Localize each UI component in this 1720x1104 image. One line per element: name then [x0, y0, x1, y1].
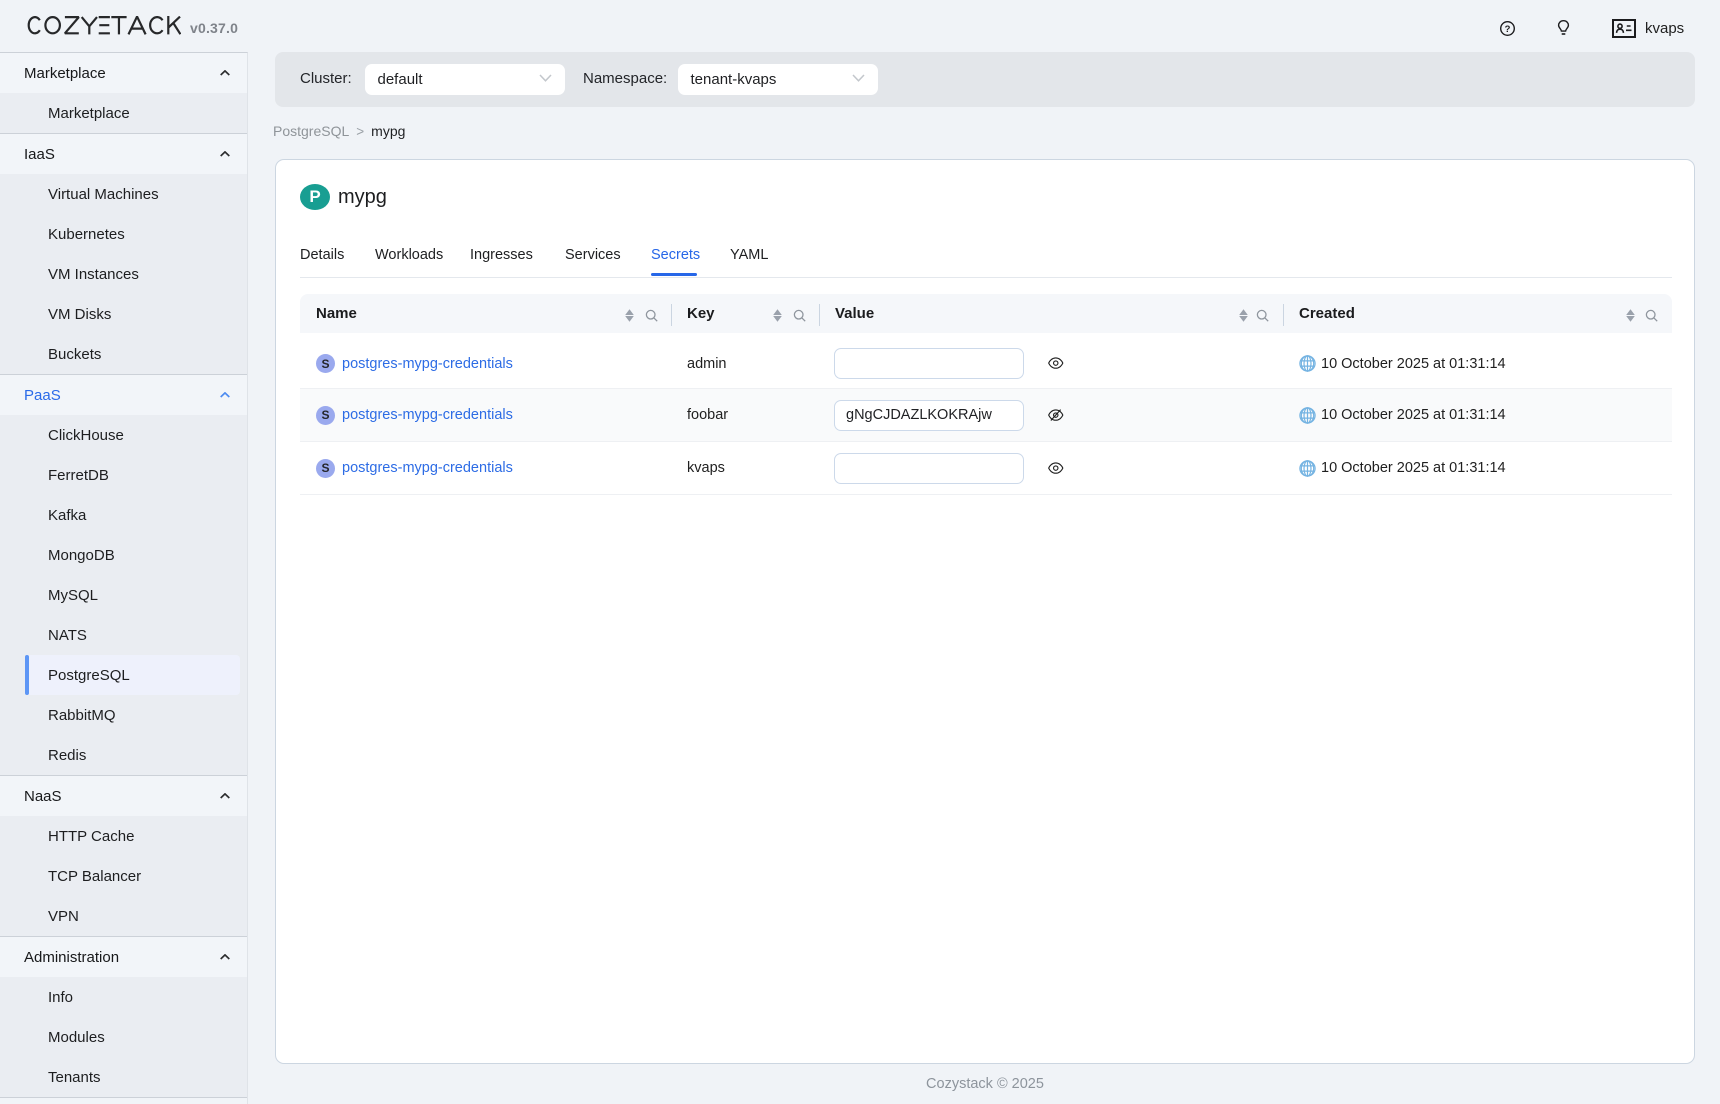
svg-text:?: ? [1505, 24, 1511, 35]
